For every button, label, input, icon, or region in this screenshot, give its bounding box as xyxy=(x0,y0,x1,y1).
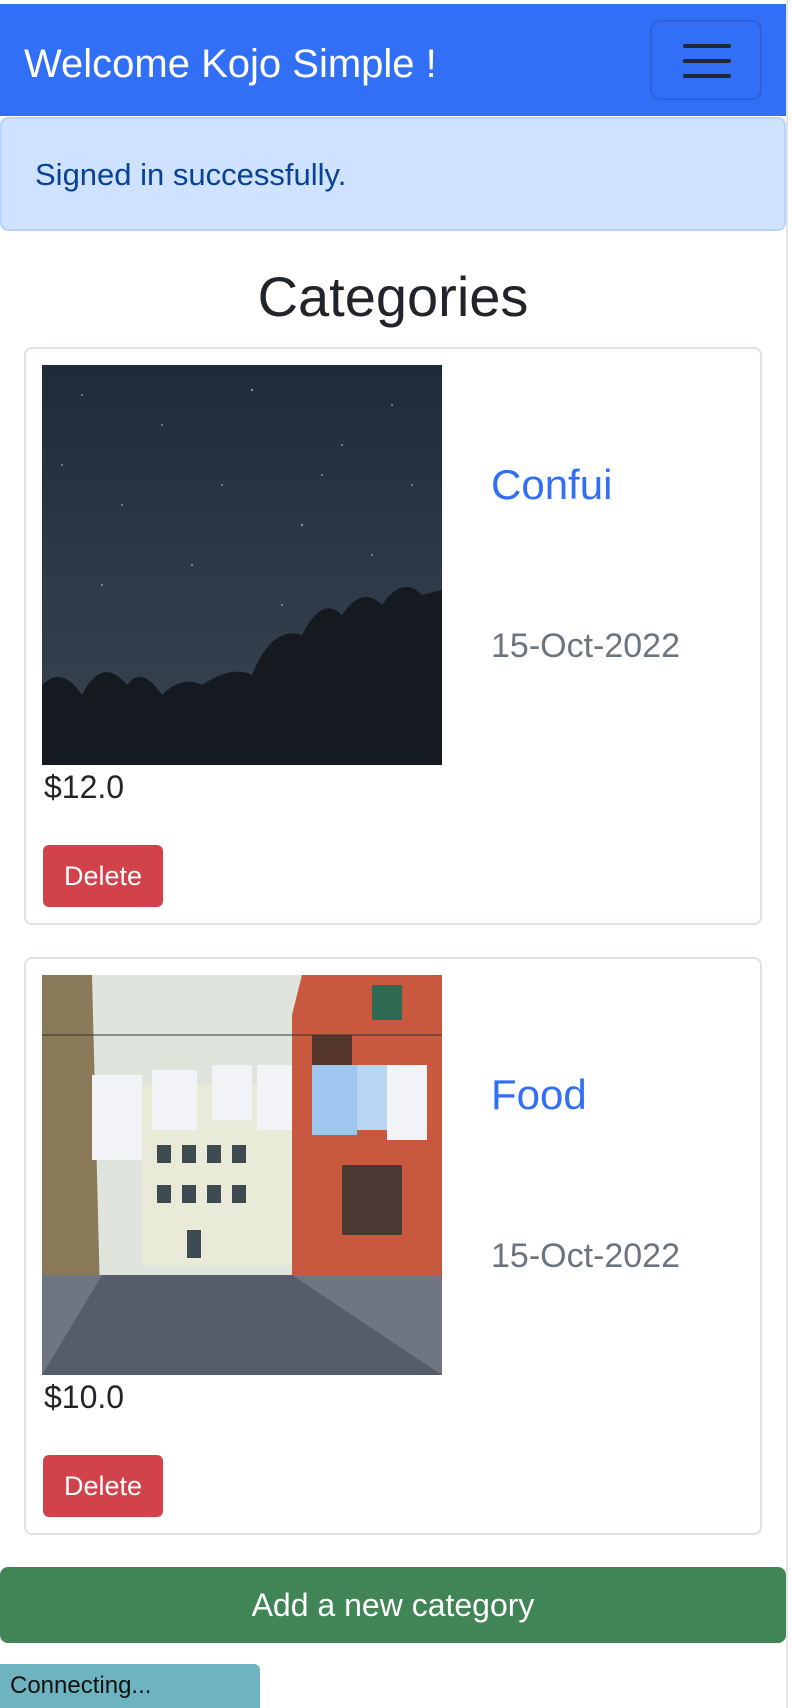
category-image xyxy=(42,365,442,765)
page-title: Categories xyxy=(257,265,529,328)
flash-alert: Signed in successfully. xyxy=(0,117,786,231)
category-date: 15-Oct-2022 xyxy=(491,1237,680,1275)
category-card: Confui 15-Oct-2022 $12.0 Delete xyxy=(24,347,762,925)
navbar-toggle-button[interactable] xyxy=(650,20,762,100)
add-category-button[interactable]: Add a new category xyxy=(0,1567,786,1643)
top-navbar: Welcome Kojo Simple ! xyxy=(0,4,786,116)
navbar-brand[interactable]: Welcome Kojo Simple ! xyxy=(24,38,437,90)
delete-button[interactable]: Delete xyxy=(43,845,163,907)
category-date: 15-Oct-2022 xyxy=(491,627,680,665)
connection-status: Connecting... xyxy=(0,1664,260,1708)
alert-message: Signed in successfully. xyxy=(35,157,347,192)
category-name-link[interactable]: Confui xyxy=(491,461,612,509)
category-price: $12.0 xyxy=(44,769,125,805)
delete-button[interactable]: Delete xyxy=(43,1455,163,1517)
category-card: Food 15-Oct-2022 $10.0 Delete xyxy=(24,957,762,1535)
page-edge-divider xyxy=(786,0,788,1708)
category-name-link[interactable]: Food xyxy=(491,1071,587,1119)
category-image xyxy=(42,975,442,1375)
category-price: $10.0 xyxy=(44,1379,125,1415)
